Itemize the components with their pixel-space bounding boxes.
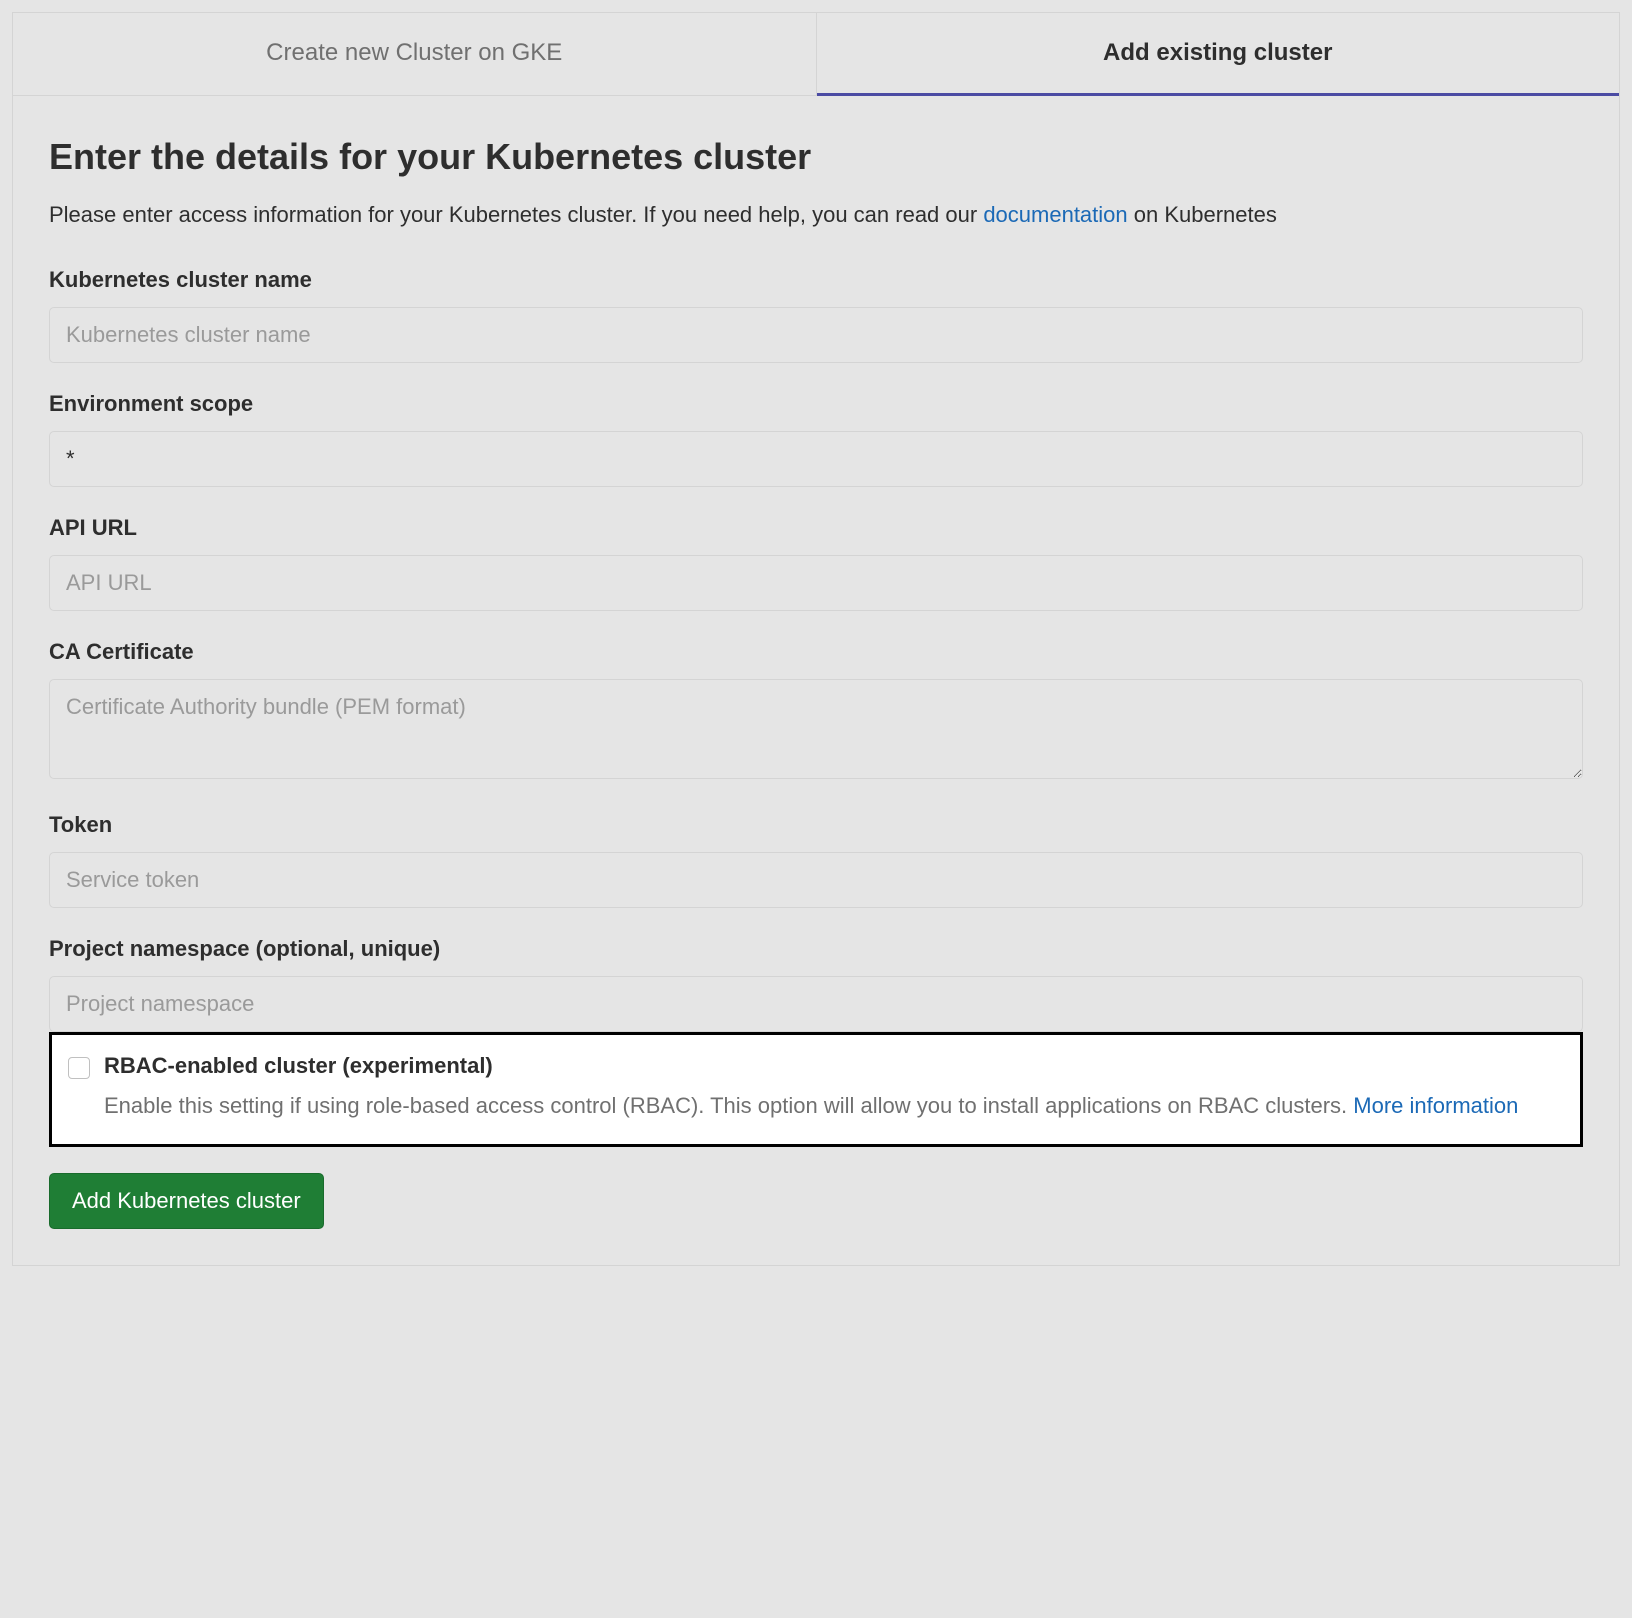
description-post: on Kubernetes — [1128, 202, 1277, 227]
tab-create-cluster[interactable]: Create new Cluster on GKE — [13, 13, 817, 95]
label-rbac: RBAC-enabled cluster (experimental) — [104, 1053, 493, 1079]
description: Please enter access information for your… — [49, 198, 1583, 231]
label-cluster-name: Kubernetes cluster name — [49, 267, 1583, 293]
form-content: Enter the details for your Kubernetes cl… — [13, 96, 1619, 1265]
input-project-namespace[interactable] — [49, 976, 1583, 1032]
label-environment-scope: Environment scope — [49, 391, 1583, 417]
checkbox-rbac[interactable] — [68, 1057, 90, 1079]
documentation-link[interactable]: documentation — [983, 202, 1127, 227]
label-ca-certificate: CA Certificate — [49, 639, 1583, 665]
tabs: Create new Cluster on GKE Add existing c… — [13, 13, 1619, 96]
input-environment-scope[interactable] — [49, 431, 1583, 487]
field-group-project-namespace: Project namespace (optional, unique) — [49, 936, 1583, 1032]
rbac-row: RBAC-enabled cluster (experimental) — [68, 1053, 1564, 1079]
label-token: Token — [49, 812, 1583, 838]
tab-add-existing[interactable]: Add existing cluster — [817, 13, 1620, 96]
rbac-box: RBAC-enabled cluster (experimental) Enab… — [49, 1032, 1583, 1147]
rbac-more-info-link[interactable]: More information — [1353, 1093, 1518, 1118]
label-api-url: API URL — [49, 515, 1583, 541]
field-group-token: Token — [49, 812, 1583, 908]
page-title: Enter the details for your Kubernetes cl… — [49, 136, 1583, 178]
cluster-form-container: Create new Cluster on GKE Add existing c… — [12, 12, 1620, 1266]
input-api-url[interactable] — [49, 555, 1583, 611]
input-cluster-name[interactable] — [49, 307, 1583, 363]
label-project-namespace: Project namespace (optional, unique) — [49, 936, 1583, 962]
rbac-description-text: Enable this setting if using role-based … — [104, 1093, 1353, 1118]
field-group-cluster-name: Kubernetes cluster name — [49, 267, 1583, 363]
field-group-api-url: API URL — [49, 515, 1583, 611]
add-cluster-button[interactable]: Add Kubernetes cluster — [49, 1173, 324, 1229]
input-token[interactable] — [49, 852, 1583, 908]
rbac-description: Enable this setting if using role-based … — [104, 1089, 1564, 1122]
textarea-ca-certificate[interactable] — [49, 679, 1583, 779]
field-group-ca-certificate: CA Certificate — [49, 639, 1583, 784]
description-pre: Please enter access information for your… — [49, 202, 983, 227]
field-group-environment-scope: Environment scope — [49, 391, 1583, 487]
